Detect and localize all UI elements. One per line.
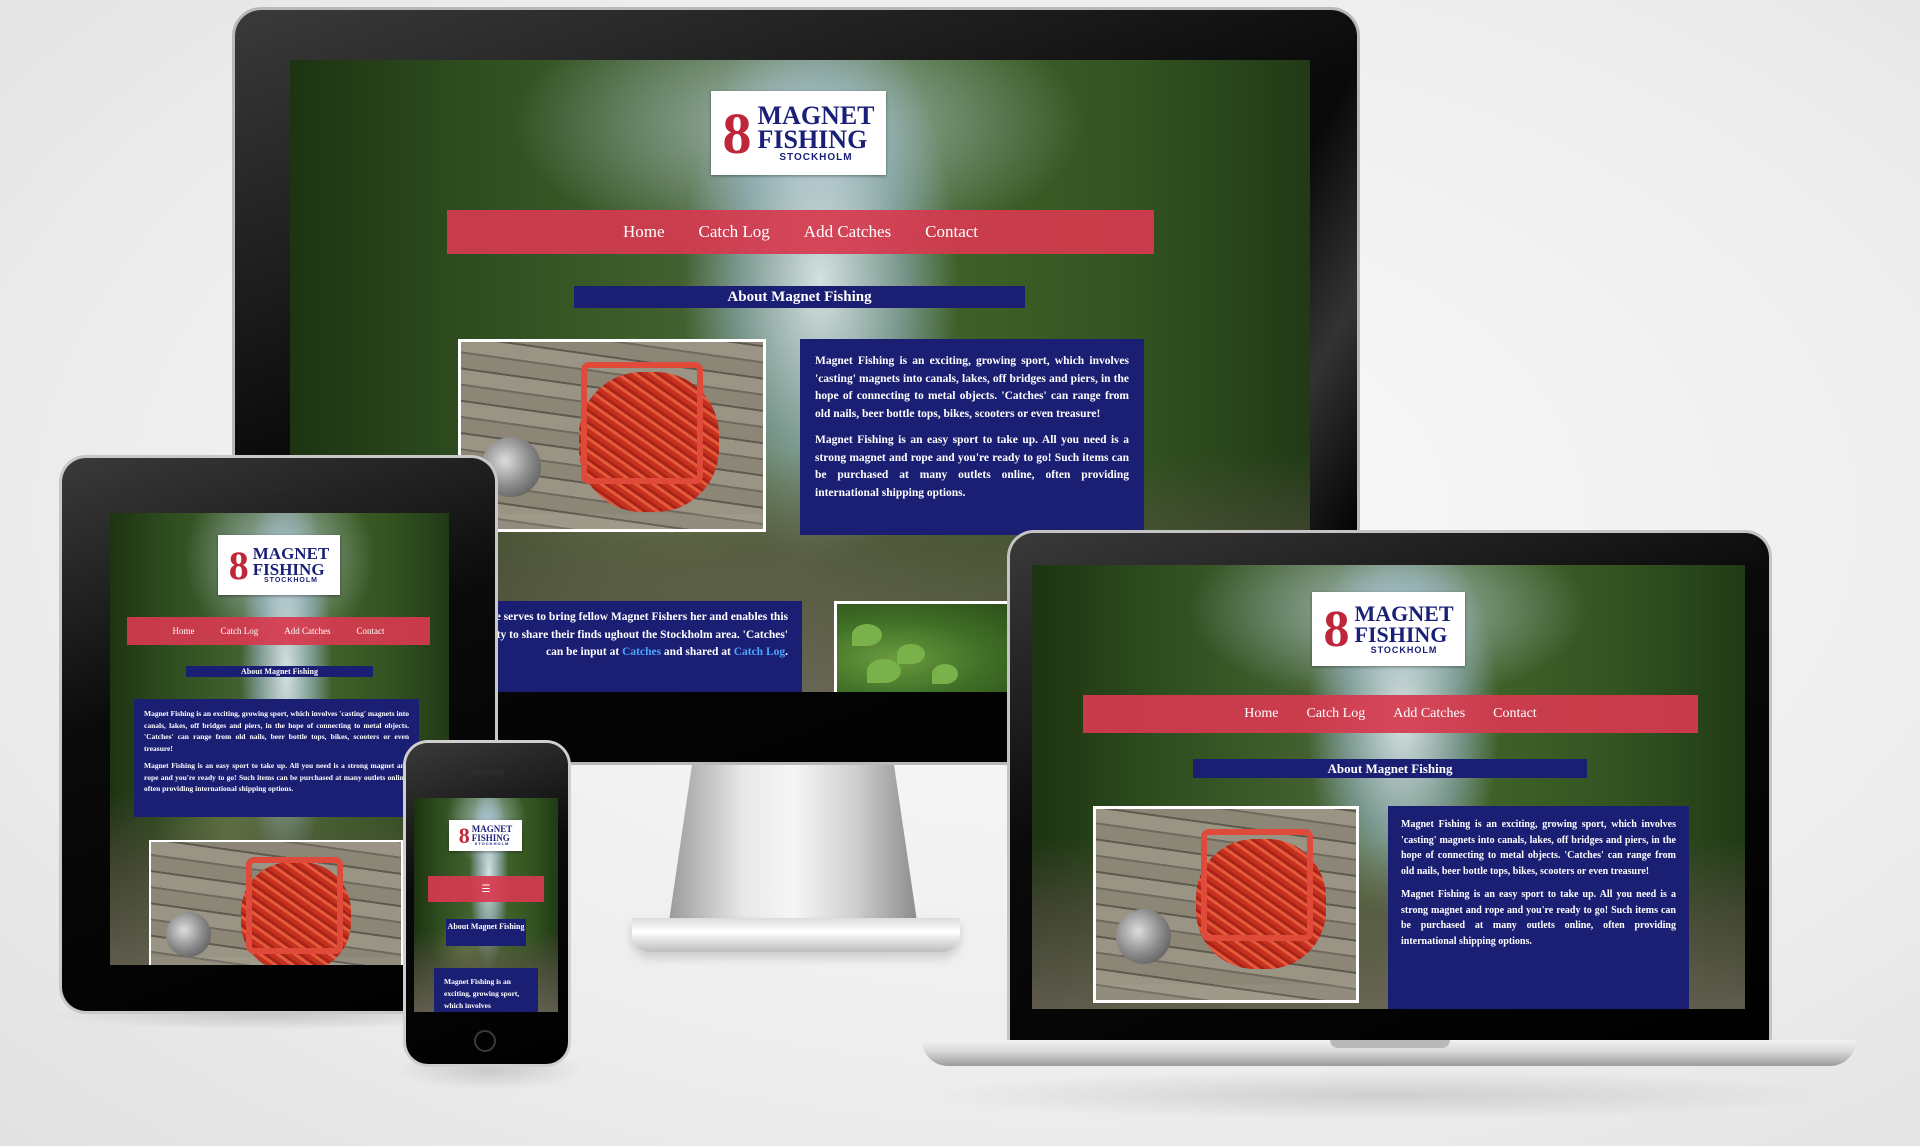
phone-intro-card: Magnet Fishing is an exciting, growing s… bbox=[434, 968, 538, 1012]
phone-home-button[interactable] bbox=[474, 1030, 496, 1052]
phone-speaker bbox=[470, 770, 504, 775]
phone-site-logo[interactable]: 8 MAGNET FISHING STOCKHOLM bbox=[449, 820, 522, 851]
phone-nav-toggle[interactable]: ☰ bbox=[428, 876, 544, 902]
phone-about-heading: About Magnet Fishing bbox=[446, 919, 526, 946]
phone-screen: 8 MAGNET FISHING STOCKHOLM ☰ About Magne… bbox=[414, 798, 558, 1012]
phone: 8 MAGNET FISHING STOCKHOLM ☰ About Magne… bbox=[0, 0, 1920, 1146]
hamburger-icon[interactable]: ☰ bbox=[482, 884, 491, 895]
